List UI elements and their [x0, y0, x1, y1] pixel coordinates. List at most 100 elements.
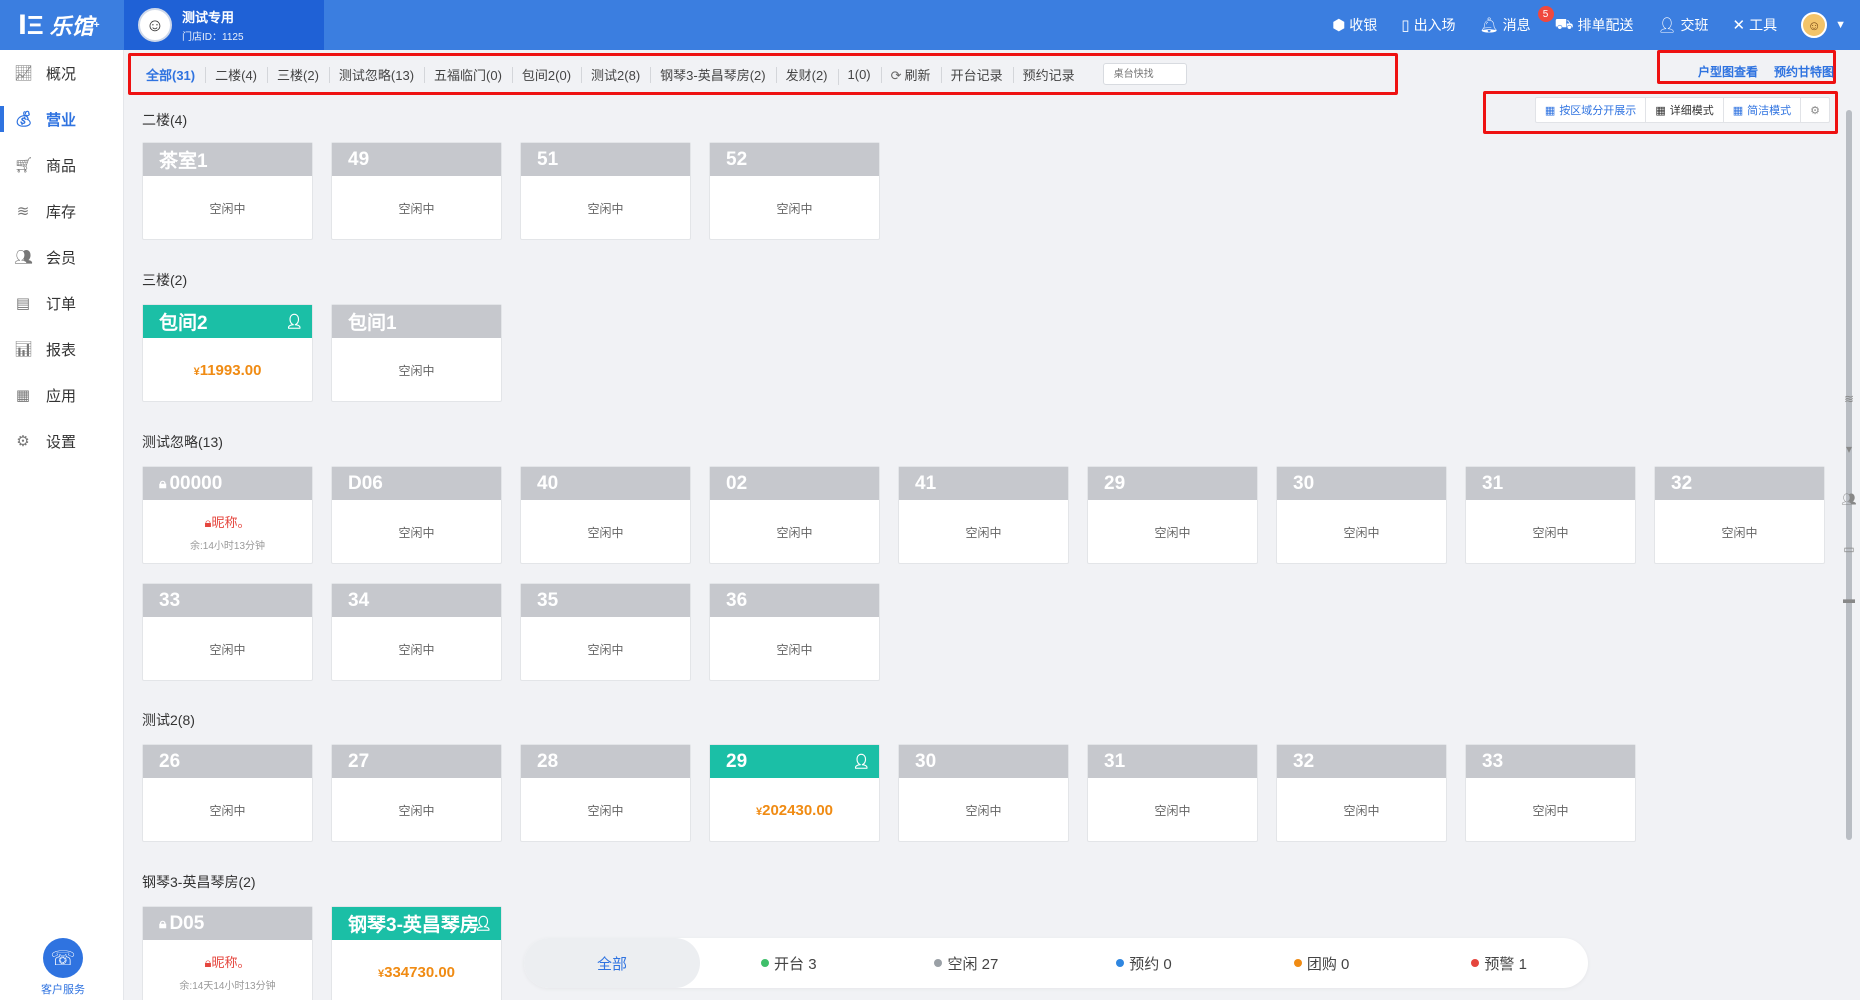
sidebar-item-members[interactable]: 👥︎ 会员: [0, 234, 123, 280]
table-card[interactable]: 41 空闲中: [898, 466, 1069, 564]
booking-records-button[interactable]: 预约记录: [1012, 65, 1085, 84]
nav-in-out[interactable]: ▯ 出入场: [1401, 15, 1455, 35]
floorplan-link[interactable]: 户型图查看: [1698, 63, 1758, 80]
table-card[interactable]: 28 空闲中: [520, 744, 691, 842]
table-card[interactable]: D06 空闲中: [331, 466, 502, 564]
nav-messages[interactable]: 🔔︎ 消息 5: [1480, 6, 1554, 35]
table-card[interactable]: 35 空闲中: [520, 583, 691, 681]
status-idle[interactable]: 空闲 27: [878, 953, 1056, 974]
table-card[interactable]: 40 空闲中: [520, 466, 691, 564]
customer-service[interactable]: ☏ 客户服务: [38, 938, 88, 997]
table-status: 空闲中: [209, 201, 246, 216]
tab-piano3[interactable]: 钢琴3-英昌琴房(2): [650, 65, 775, 84]
table-name-text: 包间1: [348, 313, 397, 334]
sidebar-item-business[interactable]: 💰︎ 营业: [0, 96, 123, 142]
nav-dispatch[interactable]: ⛟ 排单配送: [1555, 15, 1634, 35]
table-status: 空闲中: [1154, 803, 1191, 818]
tab-all[interactable]: 全部(31): [136, 65, 205, 84]
sidebar-item-stock[interactable]: ≋ 库存: [0, 188, 123, 234]
tab-facai[interactable]: 发财(2): [775, 65, 838, 84]
table-name-text: 31: [1482, 472, 1504, 494]
printer-icon[interactable]: ▭: [1840, 542, 1858, 560]
table-card[interactable]: 30 空闲中: [898, 744, 1069, 842]
app-logo[interactable]: ⅼΞ 乐馆 +: [0, 0, 124, 50]
table-name: 35: [521, 584, 690, 617]
table-card[interactable]: 29 空闲中: [1087, 466, 1258, 564]
table-name-text: 茶室1: [159, 151, 208, 172]
table-card[interactable]: 包间1 空闲中: [331, 304, 502, 402]
table-search-input[interactable]: [1102, 63, 1187, 85]
table-card[interactable]: 29 👤︎ ¥202430.00: [709, 744, 880, 842]
sidebar-item-label: 营业: [46, 111, 77, 129]
chevron-down-icon[interactable]: ▼: [1835, 19, 1846, 31]
table-card[interactable]: 32 空闲中: [1276, 744, 1447, 842]
status-open[interactable]: 开台 3: [700, 953, 878, 974]
table-card[interactable]: 36 空闲中: [709, 583, 880, 681]
tab-test-ignore[interactable]: 测试忽略(13): [328, 65, 424, 84]
nav-cashier[interactable]: ⬢ 收银: [1332, 15, 1377, 35]
table-card[interactable]: 49 空闲中: [331, 142, 502, 240]
tab-test2[interactable]: 测试2(8): [581, 65, 650, 84]
status-alert[interactable]: 预警 1: [1410, 953, 1588, 974]
cup-icon[interactable]: ▾: [1840, 442, 1858, 460]
lock-icon: 🔒︎: [159, 915, 167, 931]
tab-one[interactable]: 1(0): [837, 67, 881, 85]
status-group[interactable]: 团购 0: [1233, 953, 1411, 974]
scrollbar[interactable]: [1846, 110, 1852, 840]
layers-icon[interactable]: ≋: [1840, 392, 1858, 410]
sidebar-item-overview[interactable]: 📈︎ 概况: [0, 50, 123, 96]
sidebar-item-orders[interactable]: ▤ 订单: [0, 280, 123, 326]
table-name: 30: [1277, 467, 1446, 500]
refresh-label: 刷新: [904, 67, 931, 83]
table-name: 29: [1088, 467, 1257, 500]
table-card[interactable]: 31 空闲中: [1465, 466, 1636, 564]
users-icon[interactable]: 👥︎: [1840, 492, 1858, 510]
gantt-link[interactable]: 预约甘特图: [1774, 63, 1834, 80]
table-card[interactable]: 26 空闲中: [142, 744, 313, 842]
card-icon[interactable]: ▬: [1840, 592, 1858, 610]
tab-room2[interactable]: 包间2(0): [511, 65, 581, 84]
table-name: 28: [521, 745, 690, 778]
refresh-button[interactable]: ⟳ 刷新: [880, 65, 941, 84]
user-avatar[interactable]: ☺: [1801, 12, 1828, 38]
table-card[interactable]: 52 空闲中: [709, 142, 880, 240]
open-records-button[interactable]: 开台记录: [940, 65, 1013, 84]
nav-tools[interactable]: ✕ 工具: [1733, 15, 1778, 35]
table-name-text: 34: [348, 589, 370, 611]
table-card[interactable]: 33 空闲中: [1465, 744, 1636, 842]
table-card[interactable]: 51 空闲中: [520, 142, 691, 240]
tab-floor3[interactable]: 三楼(2): [267, 65, 329, 84]
table-card[interactable]: 33 空闲中: [142, 583, 313, 681]
sidebar-item-reports[interactable]: 📊︎ 报表: [0, 326, 123, 372]
table-name: 31: [1466, 467, 1635, 500]
table-card[interactable]: 31 空闲中: [1087, 744, 1258, 842]
table-card[interactable]: 钢琴3-英昌琴房 👤︎ ¥334730.00: [331, 906, 502, 1000]
sidebar-item-settings[interactable]: ⚙ 设置: [0, 418, 123, 464]
table-card[interactable]: 🔒︎ 00000 🔒︎昵称。 余:14小时13分钟: [142, 466, 313, 564]
store-switcher[interactable]: ☺ 测试专用 门店ID：1125: [124, 0, 324, 50]
sidebar-item-apps[interactable]: ▦ 应用: [0, 372, 123, 418]
table-name: 29 👤︎: [710, 745, 879, 778]
logo-text: 乐馆: [49, 14, 94, 39]
table-name: 33: [143, 584, 312, 617]
nav-handover[interactable]: 👤︎ 交班: [1657, 15, 1708, 35]
table-card[interactable]: 包间2 👤︎ ¥11993.00: [142, 304, 313, 402]
status-booked[interactable]: 预约 0: [1055, 953, 1233, 974]
table-card[interactable]: 02 空闲中: [709, 466, 880, 564]
table-card[interactable]: 27 空闲中: [331, 744, 502, 842]
sidebar-item-goods[interactable]: 🛒︎ 商品: [0, 142, 123, 188]
sidebar-item-label: 库存: [46, 203, 77, 221]
table-name-text: 30: [1293, 472, 1315, 494]
scrollbar-thumb[interactable]: [1846, 110, 1852, 840]
table-card[interactable]: 30 空闲中: [1276, 466, 1447, 564]
table-card[interactable]: 34 空闲中: [331, 583, 502, 681]
tab-wufu[interactable]: 五福临门(0): [424, 65, 512, 84]
layers-icon: ≋: [16, 203, 30, 220]
table-card[interactable]: 🔒︎ D05 🔒︎昵称。 余:14天14小时13分钟: [142, 906, 313, 1000]
table-card[interactable]: 32 空闲中: [1654, 466, 1825, 564]
status-all-button[interactable]: 全部: [524, 938, 700, 988]
status-dot: [1293, 959, 1302, 967]
tab-floor2[interactable]: 二楼(4): [205, 65, 267, 84]
table-card[interactable]: 茶室1 空闲中: [142, 142, 313, 240]
table-amount: ¥11993.00: [194, 362, 262, 379]
